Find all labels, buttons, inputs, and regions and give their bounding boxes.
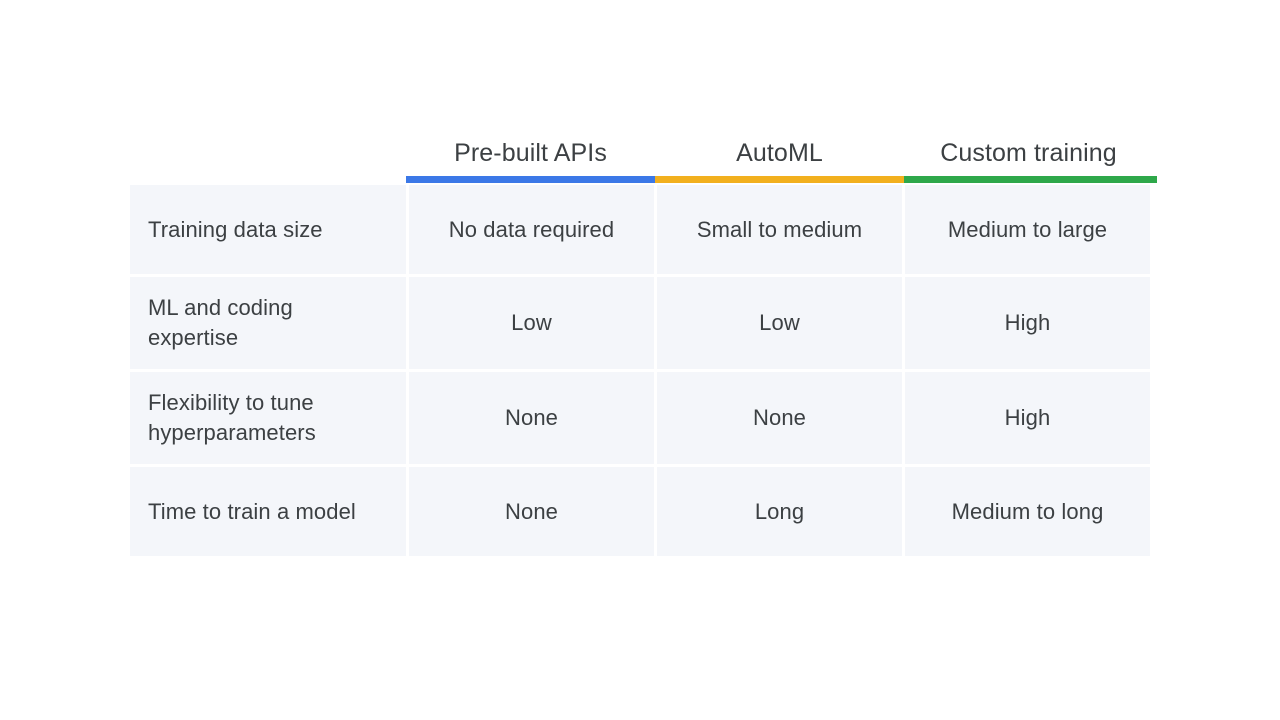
cell-training-data-size-pre-built-apis: No data required <box>409 185 654 274</box>
cell-time-to-train-custom-training: Medium to long <box>905 467 1150 556</box>
table-row: Flexibility to tune hyperparameters None… <box>130 372 1154 464</box>
cell-training-data-size-automl: Small to medium <box>657 185 902 274</box>
cell-training-data-size-custom-training: Medium to large <box>905 185 1150 274</box>
cell-flexibility-custom-training: High <box>905 372 1150 464</box>
cell-time-to-train-pre-built-apis: None <box>409 467 654 556</box>
column-header-automl: AutoML <box>736 139 823 167</box>
row-header-column-title <box>130 168 406 172</box>
column-header-pre-built-apis: Pre-built APIs <box>454 139 607 167</box>
table-row: Training data size No data required Smal… <box>130 185 1154 274</box>
cell-flexibility-automl: None <box>657 372 902 464</box>
table-body: Training data size No data required Smal… <box>130 185 1154 556</box>
accent-spacer <box>130 176 406 183</box>
row-label-training-data-size: Training data size <box>130 185 406 274</box>
row-label-time-to-train-a-model: Time to train a model <box>130 467 406 556</box>
cell-flexibility-pre-built-apis: None <box>409 372 654 464</box>
cell-ml-and-coding-expertise-custom-training: High <box>905 277 1150 369</box>
accent-bar-pre-built-apis <box>406 176 655 183</box>
row-label-ml-and-coding-expertise: ML and coding expertise <box>130 277 406 369</box>
cell-ml-and-coding-expertise-automl: Low <box>657 277 902 369</box>
column-accent-bars <box>130 176 1157 183</box>
table-header-row: Pre-built APIs AutoML Custom training <box>130 110 1154 172</box>
accent-bar-custom-training <box>904 176 1157 183</box>
cell-time-to-train-automl: Long <box>657 467 902 556</box>
slide-canvas: Pre-built APIs AutoML Custom training Tr… <box>0 0 1280 720</box>
table-row: ML and coding expertise Low Low High <box>130 277 1154 369</box>
table-row: Time to train a model None Long Medium t… <box>130 467 1154 556</box>
column-header-custom-training: Custom training <box>940 139 1117 167</box>
row-label-flexibility-to-tune-hyperparameters: Flexibility to tune hyperparameters <box>130 372 406 464</box>
cell-ml-and-coding-expertise-pre-built-apis: Low <box>409 277 654 369</box>
comparison-table: Pre-built APIs AutoML Custom training Tr… <box>130 110 1157 559</box>
accent-bar-automl <box>655 176 904 183</box>
